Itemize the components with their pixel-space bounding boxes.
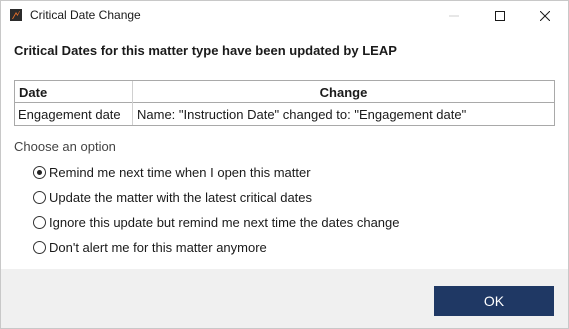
column-header-change: Change bbox=[319, 85, 368, 100]
radio-button[interactable] bbox=[33, 215, 46, 229]
choose-option-label: Choose an option bbox=[14, 139, 116, 154]
option-ignore-update[interactable]: Ignore this update but remind me next ti… bbox=[33, 213, 400, 231]
option-label: Ignore this update but remind me next ti… bbox=[49, 214, 400, 230]
maximize-icon bbox=[495, 11, 505, 21]
dialog-heading: Critical Dates for this matter type have… bbox=[14, 43, 397, 58]
minimize-icon bbox=[449, 15, 459, 17]
close-button[interactable] bbox=[522, 1, 568, 31]
ok-button[interactable]: OK bbox=[434, 286, 554, 316]
option-label: Remind me next time when I open this mat… bbox=[49, 164, 311, 180]
title-bar[interactable]: Critical Date Change bbox=[1, 1, 568, 31]
leap-app-icon bbox=[10, 9, 22, 21]
maximize-button[interactable] bbox=[477, 1, 523, 31]
cell-change: Name: "Instruction Date" changed to: "En… bbox=[137, 107, 467, 122]
column-divider bbox=[132, 103, 133, 125]
option-label: Don't alert me for this matter anymore bbox=[49, 239, 267, 255]
window-title: Critical Date Change bbox=[30, 8, 141, 22]
radio-button[interactable] bbox=[33, 190, 46, 204]
table-row[interactable]: Engagement date Name: "Instruction Date"… bbox=[15, 103, 554, 125]
critical-date-change-dialog: Critical Date Change Critical Dates for … bbox=[0, 0, 569, 329]
changes-table: Date Change Engagement date Name: "Instr… bbox=[14, 80, 555, 126]
radio-button[interactable] bbox=[33, 240, 46, 254]
column-header-date: Date bbox=[19, 85, 48, 100]
option-label: Update the matter with the latest critic… bbox=[49, 189, 313, 205]
table-header: Date Change bbox=[15, 81, 554, 103]
cell-date: Engagement date bbox=[18, 107, 121, 122]
close-icon bbox=[540, 11, 550, 21]
option-remind-next-open[interactable]: Remind me next time when I open this mat… bbox=[33, 163, 311, 181]
option-update-matter[interactable]: Update the matter with the latest critic… bbox=[33, 188, 312, 206]
option-dont-alert[interactable]: Don't alert me for this matter anymore bbox=[33, 238, 267, 256]
radio-button[interactable] bbox=[33, 165, 46, 179]
minimize-button[interactable] bbox=[431, 1, 477, 31]
